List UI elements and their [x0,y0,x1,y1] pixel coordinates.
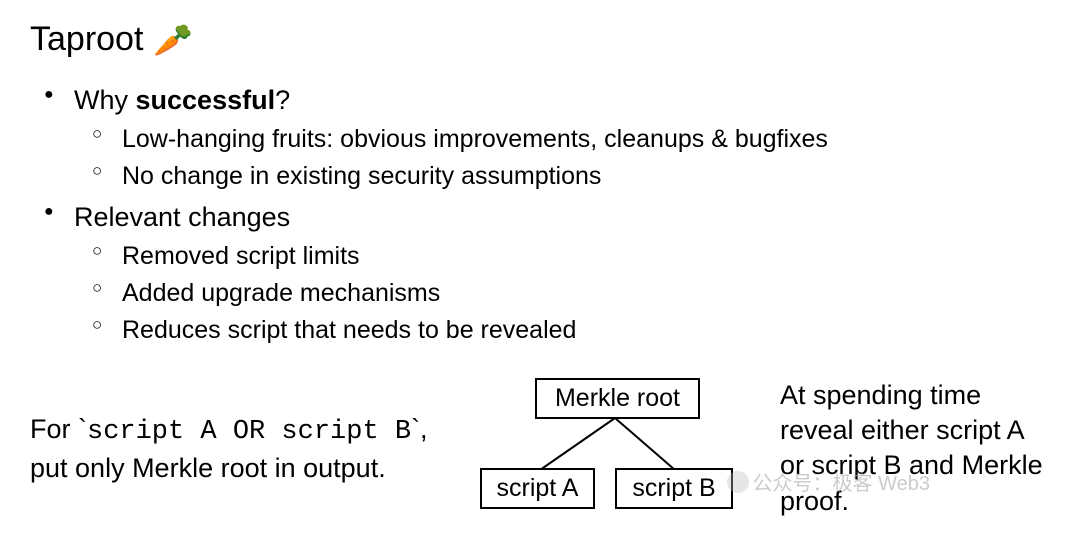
title-text: Taproot [30,20,143,59]
sub-item: No change in existing security assumptio… [122,159,1050,194]
bullet-relevant-changes: Relevant changes Removed script limits A… [74,198,1050,348]
right-caption: At spending time reveal either script A … [770,378,1050,518]
sub-item: Reduces script that needs to be revealed [122,313,1050,348]
diagram-leaf-b-box: script B [615,468,733,509]
diagram-leaf-a-box: script A [480,468,595,509]
sub-item: Added upgrade mechanisms [122,276,1050,311]
merkle-diagram: Merkle root script A script B [460,378,760,518]
left-caption: For `script A OR script B`, put only Mer… [30,411,450,487]
diagram-lines [460,416,760,476]
bullet-why-successful: Why successful? Low-hanging fruits: obvi… [74,81,1050,194]
left-line1-code: script A OR script B [87,417,411,447]
sub-item: Low-hanging fruits: obvious improvements… [122,122,1050,157]
bottom-section: For `script A OR script B`, put only Mer… [30,378,1050,518]
carrot-icon: 🥕 [153,21,193,59]
sub-item: Removed script limits [122,239,1050,274]
sub-list-1: Low-hanging fruits: obvious improvements… [74,122,1050,194]
left-line2: put only Merkle root in output. [30,453,386,483]
diagram-root-box: Merkle root [535,378,700,419]
sub-list-2: Removed script limits Added upgrade mech… [74,239,1050,348]
bullet1-bold: successful [136,85,276,115]
slide-title: Taproot 🥕 [30,20,1050,59]
main-bullet-list: Why successful? Low-hanging fruits: obvi… [30,81,1050,348]
left-line1-suffix: `, [411,414,428,444]
bullet1-suffix: ? [275,85,290,115]
bullet1-prefix: Why [74,85,136,115]
left-line1-prefix: For ` [30,414,87,444]
bullet2-text: Relevant changes [74,202,290,232]
